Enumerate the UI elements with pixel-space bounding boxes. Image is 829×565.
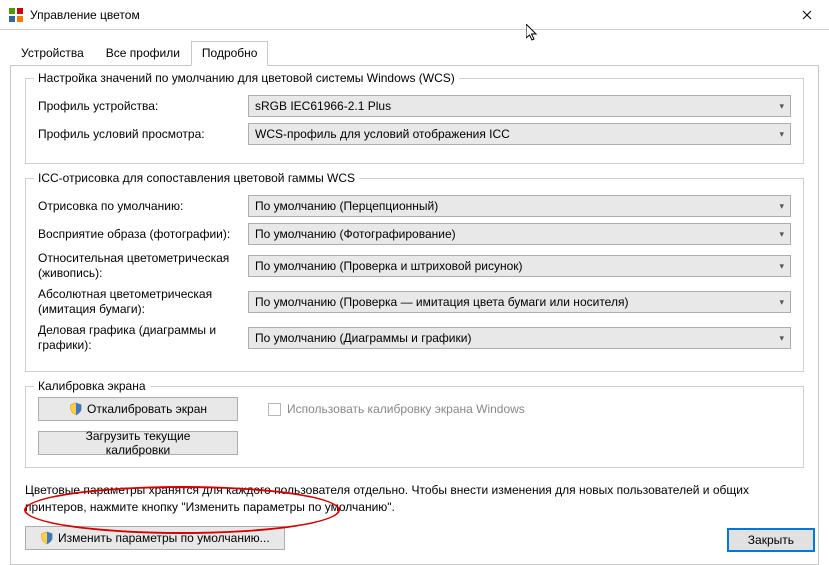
- calibrate-button-label: Откалибровать экран: [87, 402, 207, 416]
- group-calibration: Калибровка экрана Откалибровать экран Ис…: [25, 386, 804, 468]
- chevron-down-icon: ▾: [779, 261, 784, 272]
- viewing-conditions-dropdown[interactable]: WCS-профиль для условий отображения ICC …: [248, 123, 791, 145]
- window-title: Управление цветом: [30, 8, 784, 22]
- viewing-conditions-label: Профиль условий просмотра:: [38, 127, 248, 142]
- relative-colorimetric-value: По умолчанию (Проверка и штриховой рисун…: [255, 259, 779, 273]
- close-button-label: Закрыть: [748, 533, 794, 547]
- business-graphics-dropdown[interactable]: По умолчанию (Диаграммы и графики)▾: [248, 327, 791, 349]
- device-profile-value: sRGB IEC61966-2.1 Plus: [255, 99, 779, 113]
- group-icc-legend: ICC-отрисовка для сопоставления цветовой…: [34, 171, 359, 185]
- perceptual-dropdown[interactable]: По умолчанию (Фотографирование)▾: [248, 223, 791, 245]
- tab-panel-advanced: Настройка значений по умолчанию для цвет…: [10, 66, 819, 565]
- default-render-value: По умолчанию (Перцепционный): [255, 199, 779, 213]
- change-defaults-label: Изменить параметры по умолчанию...: [58, 531, 270, 545]
- use-calibration-label: Использовать калибровку экрана Windows: [287, 402, 525, 416]
- group-wcs-legend: Настройка значений по умолчанию для цвет…: [34, 71, 459, 85]
- use-calibration-checkbox: Использовать калибровку экрана Windows: [268, 402, 525, 416]
- group-wcs-defaults: Настройка значений по умолчанию для цвет…: [25, 78, 804, 164]
- group-icc-rendering: ICC-отрисовка для сопоставления цветовой…: [25, 178, 804, 372]
- description-text: Цветовые параметры хранятся для каждого …: [25, 482, 804, 516]
- device-profile-label: Профиль устройства:: [38, 99, 248, 114]
- change-defaults-button[interactable]: Изменить параметры по умолчанию...: [25, 526, 285, 550]
- absolute-colorimetric-dropdown[interactable]: По умолчанию (Проверка — имитация цвета …: [248, 291, 791, 313]
- relative-colorimetric-dropdown[interactable]: По умолчанию (Проверка и штриховой рисун…: [248, 255, 791, 277]
- chevron-down-icon: ▾: [779, 297, 784, 308]
- absolute-colorimetric-value: По умолчанию (Проверка — имитация цвета …: [255, 295, 779, 309]
- checkbox-icon: [268, 403, 281, 416]
- shield-icon: [40, 531, 54, 545]
- close-button[interactable]: Закрыть: [727, 528, 815, 552]
- titlebar: Управление цветом: [0, 0, 829, 30]
- tab-advanced[interactable]: Подробно: [191, 41, 269, 66]
- business-graphics-value: По умолчанию (Диаграммы и графики): [255, 331, 779, 345]
- device-profile-dropdown[interactable]: sRGB IEC61966-2.1 Plus ▾: [248, 95, 791, 117]
- close-icon: [802, 10, 812, 20]
- perceptual-label: Восприятие образа (фотографии):: [38, 227, 248, 242]
- chevron-down-icon: ▾: [779, 229, 784, 240]
- absolute-colorimetric-label: Абсолютная цветометрическая (имитация бу…: [38, 287, 248, 317]
- tab-bar: Устройства Все профили Подробно: [10, 38, 819, 66]
- tab-devices[interactable]: Устройства: [10, 41, 95, 66]
- load-calibrations-label: Загрузить текущие калибровки: [53, 429, 223, 457]
- chevron-down-icon: ▾: [779, 201, 784, 212]
- calibrate-screen-button[interactable]: Откалибровать экран: [38, 397, 238, 421]
- group-calibration-legend: Калибровка экрана: [34, 379, 150, 393]
- tab-all-profiles[interactable]: Все профили: [95, 41, 191, 66]
- chevron-down-icon: ▾: [779, 101, 784, 112]
- business-graphics-label: Деловая графика (диаграммы и графики):: [38, 323, 248, 353]
- chevron-down-icon: ▾: [779, 129, 784, 140]
- chevron-down-icon: ▾: [779, 333, 784, 344]
- perceptual-value: По умолчанию (Фотографирование): [255, 227, 779, 241]
- relative-colorimetric-label: Относительная цветометрическая (живопись…: [38, 251, 248, 281]
- default-render-dropdown[interactable]: По умолчанию (Перцепционный)▾: [248, 195, 791, 217]
- load-calibrations-button[interactable]: Загрузить текущие калибровки: [38, 431, 238, 455]
- default-render-label: Отрисовка по умолчанию:: [38, 199, 248, 214]
- close-window-button[interactable]: [784, 0, 829, 30]
- app-icon: [8, 7, 24, 23]
- shield-icon: [69, 402, 83, 416]
- viewing-conditions-value: WCS-профиль для условий отображения ICC: [255, 127, 779, 141]
